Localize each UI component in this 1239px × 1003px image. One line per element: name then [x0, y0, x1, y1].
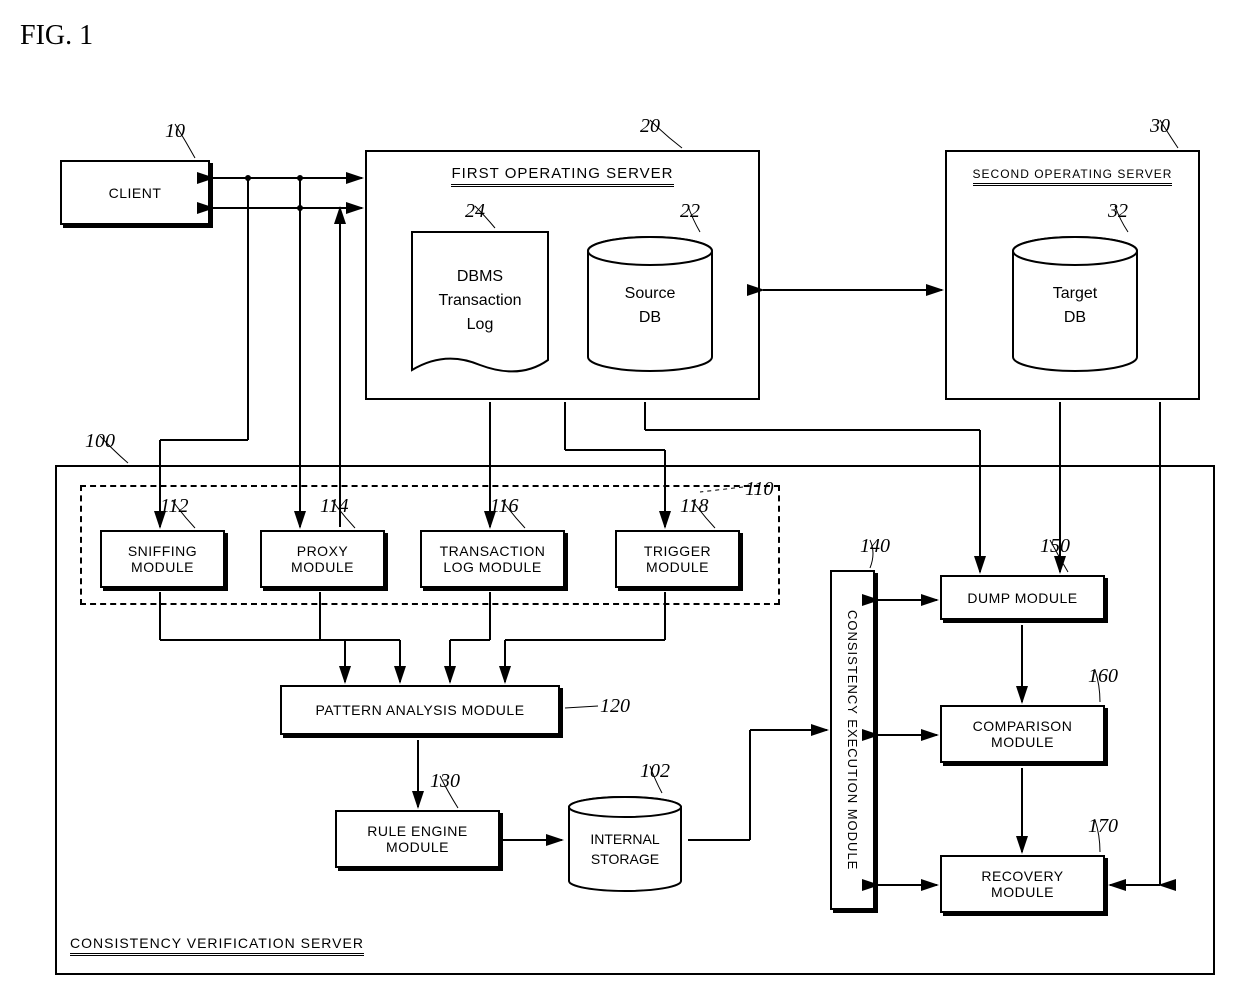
cvs-title: CONSISTENCY VERIFICATION SERVER: [70, 935, 364, 956]
cexec-ref: 140: [860, 535, 890, 558]
dbms-log-l3: Log: [410, 316, 550, 334]
compare-l2: MODULE: [991, 734, 1054, 750]
recovery-ref: 170: [1088, 815, 1118, 838]
cvs-ref: 100: [85, 430, 115, 453]
cexec-label: CONSISTENCY EXECUTION MODULE: [845, 610, 860, 870]
first-server-title: FIRST OPERATING SERVER: [451, 165, 673, 187]
txlog-ref: 116: [490, 495, 519, 518]
pattern-label: PATTERN ANALYSIS MODULE: [315, 702, 524, 718]
storage-shape: INTERNAL STORAGE: [565, 795, 685, 895]
storage-l1: INTERNAL: [565, 831, 685, 847]
rule-module: RULE ENGINE MODULE: [335, 810, 500, 868]
second-server-title: SECOND OPERATING SERVER: [973, 167, 1173, 186]
second-server-ref: 30: [1150, 115, 1170, 138]
recovery-module: RECOVERY MODULE: [940, 855, 1105, 913]
rule-ref: 130: [430, 770, 460, 793]
source-db-l1: Source: [585, 285, 715, 303]
first-server-ref: 20: [640, 115, 660, 138]
figure-title: FIG. 1: [20, 20, 93, 52]
compare-ref: 160: [1088, 665, 1118, 688]
dbms-log-shape: DBMS Transaction Log: [410, 230, 550, 380]
trigger-l2: MODULE: [646, 559, 709, 575]
target-db-ref: 32: [1108, 200, 1128, 223]
rule-l1: RULE ENGINE: [367, 823, 467, 839]
group-110-ref: 110: [745, 478, 774, 501]
target-db-l2: DB: [1010, 309, 1140, 327]
compare-module: COMPARISON MODULE: [940, 705, 1105, 763]
source-db-l2: DB: [585, 309, 715, 327]
proxy-l2: MODULE: [291, 559, 354, 575]
pattern-module: PATTERN ANALYSIS MODULE: [280, 685, 560, 735]
second-server-title-wrap: SECOND OPERATING SERVER: [945, 165, 1200, 186]
storage-ref: 102: [640, 760, 670, 783]
txlog-l1: TRANSACTION: [440, 543, 546, 559]
sniffing-l2: MODULE: [131, 559, 194, 575]
dbms-log-ref: 24: [465, 200, 485, 223]
dump-ref: 150: [1040, 535, 1070, 558]
rule-l2: MODULE: [386, 839, 449, 855]
txlog-l2: LOG MODULE: [443, 559, 541, 575]
dump-label: DUMP MODULE: [967, 590, 1077, 606]
client-box: CLIENT: [60, 160, 210, 225]
trigger-module: TRIGGER MODULE: [615, 530, 740, 588]
dbms-log-l2: Transaction: [410, 292, 550, 310]
storage-l2: STORAGE: [565, 851, 685, 867]
sniffing-ref: 112: [160, 495, 189, 518]
recovery-l1: RECOVERY: [981, 868, 1063, 884]
sniffing-l1: SNIFFING: [128, 543, 197, 559]
client-label: CLIENT: [109, 185, 162, 201]
sniffing-module: SNIFFING MODULE: [100, 530, 225, 588]
trigger-ref: 118: [680, 495, 709, 518]
dbms-log-l1: DBMS: [410, 268, 550, 286]
source-db-ref: 22: [680, 200, 700, 223]
client-ref: 10: [165, 120, 185, 143]
proxy-l1: PROXY: [297, 543, 349, 559]
recovery-l2: MODULE: [991, 884, 1054, 900]
proxy-ref: 114: [320, 495, 349, 518]
trigger-l1: TRIGGER: [644, 543, 711, 559]
cvs-title-wrap: CONSISTENCY VERIFICATION SERVER: [70, 935, 364, 956]
proxy-module: PROXY MODULE: [260, 530, 385, 588]
dump-module: DUMP MODULE: [940, 575, 1105, 620]
cexec-module: CONSISTENCY EXECUTION MODULE: [830, 570, 875, 910]
compare-l1: COMPARISON: [973, 718, 1073, 734]
first-server-title-wrap: FIRST OPERATING SERVER: [365, 165, 760, 187]
source-db-shape: Source DB: [585, 235, 715, 375]
pattern-ref: 120: [600, 695, 630, 718]
target-db-l1: Target: [1010, 285, 1140, 303]
target-db-shape: Target DB: [1010, 235, 1140, 375]
txlog-module: TRANSACTION LOG MODULE: [420, 530, 565, 588]
